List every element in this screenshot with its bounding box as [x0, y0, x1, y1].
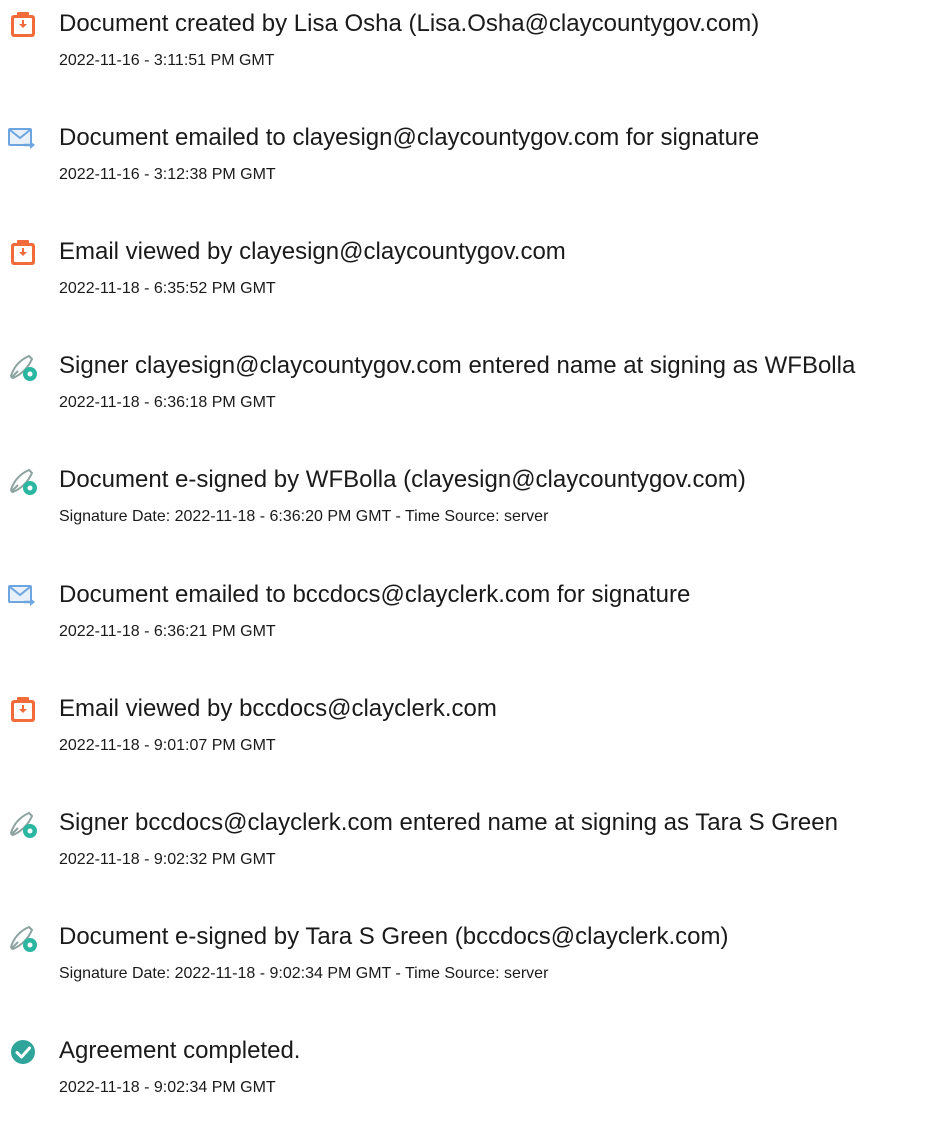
event-title: Agreement completed.	[59, 1037, 301, 1064]
checkmark-circle-icon	[8, 1037, 38, 1067]
document-icon	[8, 695, 38, 725]
event-title: Document e-signed by WFBolla (clayesign@…	[59, 466, 746, 493]
audit-event: Email viewed by bccdocs@clayclerk.com 20…	[0, 694, 946, 794]
event-timestamp: 2022-11-16 - 3:11:51 PM GMT	[59, 52, 275, 69]
event-timestamp: 2022-11-18 - 9:01:07 PM GMT	[59, 737, 276, 754]
audit-event: Signer bccdocs@clayclerk.com entered nam…	[0, 808, 946, 908]
event-title: Signer bccdocs@clayclerk.com entered nam…	[59, 809, 838, 836]
event-signature-date: Signature Date: 2022-11-18 - 9:02:34 PM …	[59, 965, 549, 982]
event-timestamp: 2022-11-18 - 6:35:52 PM GMT	[59, 280, 276, 297]
event-timestamp: 2022-11-18 - 6:36:21 PM GMT	[59, 623, 276, 640]
event-title: Document emailed to bccdocs@clayclerk.co…	[59, 581, 691, 608]
event-timestamp: 2022-11-18 - 6:36:18 PM GMT	[59, 394, 276, 411]
event-title: Email viewed by clayesign@claycountygov.…	[59, 238, 566, 265]
event-timestamp: 2022-11-18 - 9:02:34 PM GMT	[59, 1079, 276, 1096]
audit-event: Document emailed to clayesign@claycounty…	[0, 123, 946, 223]
audit-event: Document e-signed by Tara S Green (bccdo…	[0, 922, 946, 1022]
email-sent-icon	[8, 124, 38, 154]
audit-event: Signer clayesign@claycountygov.com enter…	[0, 351, 946, 451]
event-timestamp: 2022-11-18 - 9:02:32 PM GMT	[59, 851, 276, 868]
event-signature-date: Signature Date: 2022-11-18 - 6:36:20 PM …	[59, 508, 549, 525]
audit-event: Agreement completed. 2022-11-18 - 9:02:3…	[0, 1036, 946, 1136]
event-title: Document e-signed by Tara S Green (bccdo…	[59, 923, 729, 950]
esign-pen-icon	[8, 466, 38, 496]
esign-pen-icon	[8, 923, 38, 953]
email-sent-icon	[8, 581, 38, 611]
event-timestamp: 2022-11-16 - 3:12:38 PM GMT	[59, 166, 276, 183]
audit-event: Document emailed to bccdocs@clayclerk.co…	[0, 580, 946, 680]
audit-event: Document e-signed by WFBolla (clayesign@…	[0, 465, 946, 565]
audit-event: Email viewed by clayesign@claycountygov.…	[0, 237, 946, 337]
event-title: Signer clayesign@claycountygov.com enter…	[59, 352, 856, 379]
event-title: Email viewed by bccdocs@clayclerk.com	[59, 695, 497, 722]
document-icon	[8, 238, 38, 268]
esign-pen-icon	[8, 809, 38, 839]
audit-event: Document created by Lisa Osha (Lisa.Osha…	[0, 9, 946, 109]
event-title: Document created by Lisa Osha (Lisa.Osha…	[59, 10, 760, 37]
esign-pen-icon	[8, 352, 38, 382]
document-icon	[8, 10, 38, 40]
event-title: Document emailed to clayesign@claycounty…	[59, 124, 760, 151]
